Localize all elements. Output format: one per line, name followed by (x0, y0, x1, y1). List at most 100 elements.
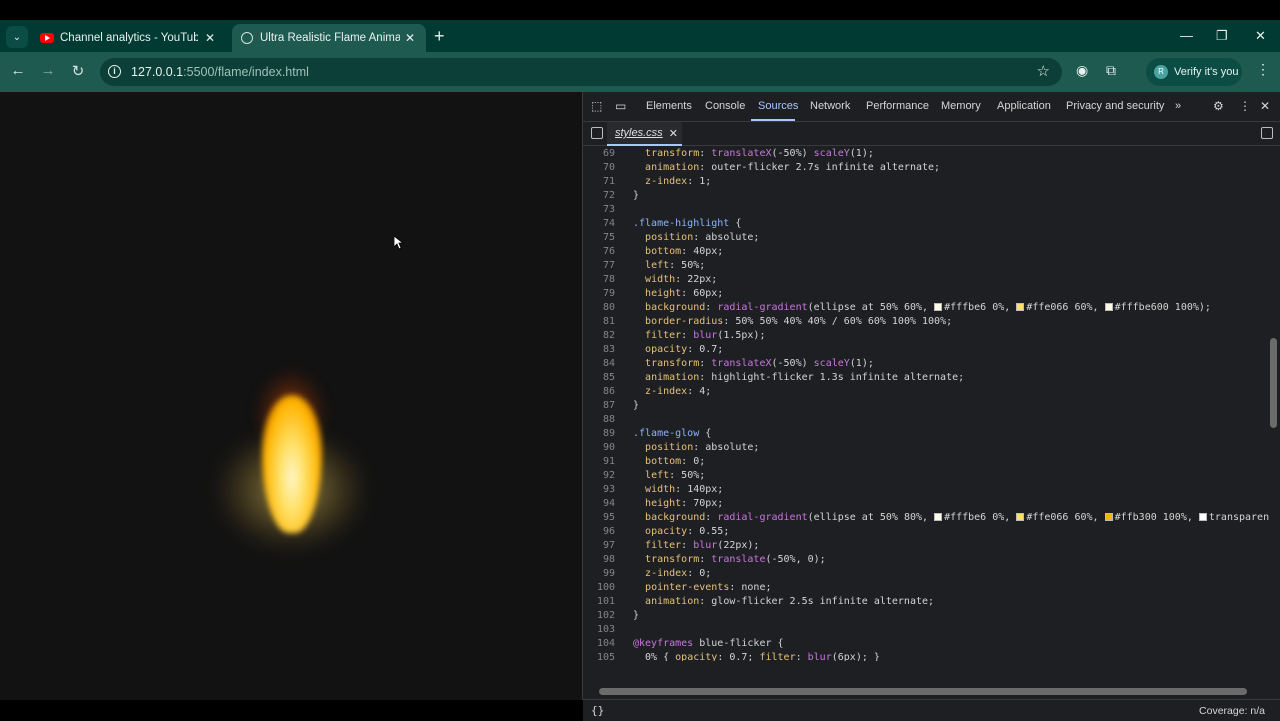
code-line[interactable]: 73 (583, 203, 1269, 217)
line-number[interactable]: 95 (583, 511, 615, 525)
debugger-toggle-icon[interactable] (1261, 127, 1273, 139)
line-number[interactable]: 90 (583, 441, 615, 455)
devtools-close-icon[interactable]: ✕ (1260, 99, 1270, 113)
code-line[interactable]: 104 @keyframes blue-flicker { (583, 637, 1269, 651)
reload-icon[interactable]: ↻ (68, 62, 88, 80)
code-line[interactable]: 87} (583, 399, 1269, 413)
code-line[interactable]: 99 z-index: 0; (583, 567, 1269, 581)
code-line[interactable]: 103 (583, 623, 1269, 637)
line-number[interactable]: 79 (583, 287, 615, 301)
pretty-print-button[interactable]: {} (591, 704, 604, 717)
scroll-thumb[interactable] (1270, 338, 1277, 428)
scroll-thumb[interactable] (599, 688, 1247, 695)
code-line[interactable]: 94 height: 70px; (583, 497, 1269, 511)
line-number[interactable]: 91 (583, 455, 615, 469)
line-number[interactable]: 78 (583, 273, 615, 287)
code-line[interactable]: 71 z-index: 1; (583, 175, 1269, 189)
line-number[interactable]: 70 (583, 161, 615, 175)
code-line[interactable]: 93 width: 140px; (583, 483, 1269, 497)
code-line[interactable]: 69 transform: translateX(-50%) scaleY(1)… (583, 147, 1269, 161)
line-number[interactable]: 73 (583, 203, 615, 217)
line-number[interactable]: 101 (583, 595, 615, 609)
device-toolbar-icon[interactable]: ▭ (615, 99, 626, 113)
tab-sources[interactable]: Sources (758, 100, 798, 112)
line-number[interactable]: 76 (583, 245, 615, 259)
code-line[interactable]: 100 pointer-events: none; (583, 581, 1269, 595)
code-line[interactable]: 83 opacity: 0.7; (583, 343, 1269, 357)
horizontal-scrollbar[interactable] (589, 686, 1261, 696)
code-line[interactable]: 77 left: 50%; (583, 259, 1269, 273)
code-line[interactable]: 105 0% { opacity: 0.7; filter: blur(6px)… (583, 651, 1269, 661)
tab-channel-analytics[interactable]: Channel analytics - YouTube Stu ✕ (32, 24, 226, 52)
line-number[interactable]: 69 (583, 147, 615, 161)
code-line[interactable]: 81 border-radius: 50% 50% 40% 40% / 60% … (583, 315, 1269, 329)
line-number[interactable]: 104 (583, 637, 615, 651)
code-line[interactable]: 89 .flame-glow { (583, 427, 1269, 441)
code-line[interactable]: 97 filter: blur(22px); (583, 539, 1269, 553)
browser-menu-icon[interactable]: ⋮ (1256, 61, 1270, 78)
code-line[interactable]: 96 opacity: 0.55; (583, 525, 1269, 539)
code-editor[interactable]: 69 transform: translateX(-50%) scaleY(1)… (583, 147, 1269, 661)
window-close-icon[interactable]: ✕ (1255, 28, 1266, 44)
line-number[interactable]: 96 (583, 525, 615, 539)
code-line[interactable]: 82 filter: blur(1.5px); (583, 329, 1269, 343)
code-line[interactable]: 79 height: 60px; (583, 287, 1269, 301)
close-icon[interactable]: ✕ (669, 127, 678, 140)
site-info-icon[interactable]: i (108, 65, 121, 78)
tab-flame-animation[interactable]: Ultra Realistic Flame Animation ✕ (232, 24, 426, 52)
line-number[interactable]: 98 (583, 553, 615, 567)
tab-console[interactable]: Console (705, 100, 745, 112)
bookmark-star-icon[interactable]: ☆ (1037, 62, 1050, 80)
line-number[interactable]: 103 (583, 623, 615, 637)
new-tab-button[interactable]: + (434, 27, 445, 45)
tab-search-button[interactable]: ⌄ (6, 26, 28, 48)
tab-memory[interactable]: Memory (941, 100, 981, 112)
line-number[interactable]: 88 (583, 413, 615, 427)
settings-gear-icon[interactable]: ⚙ (1213, 99, 1224, 113)
code-line[interactable]: 92 left: 50%; (583, 469, 1269, 483)
more-tabs-icon[interactable]: » (1175, 100, 1181, 112)
line-number[interactable]: 99 (583, 567, 615, 581)
line-number[interactable]: 82 (583, 329, 615, 343)
tab-privacy-security[interactable]: Privacy and security (1066, 100, 1164, 112)
tab-performance[interactable]: Performance (866, 100, 929, 112)
line-number[interactable]: 85 (583, 371, 615, 385)
line-number[interactable]: 87 (583, 399, 615, 413)
close-icon[interactable]: ✕ (202, 31, 218, 45)
code-line[interactable]: 101 animation: glow-flicker 2.5s infinit… (583, 595, 1269, 609)
code-line[interactable]: 84 transform: translateX(-50%) scaleY(1)… (583, 357, 1269, 371)
line-number[interactable]: 74 (583, 217, 615, 231)
line-number[interactable]: 77 (583, 259, 615, 273)
minimize-icon[interactable]: — (1180, 28, 1193, 43)
code-line[interactable]: 70 animation: outer-flicker 2.7s infinit… (583, 161, 1269, 175)
vertical-scrollbar[interactable] (1270, 148, 1278, 668)
inspect-element-icon[interactable]: ⬚ (591, 99, 602, 113)
tab-elements[interactable]: Elements (646, 100, 692, 112)
code-line[interactable]: 90 position: absolute; (583, 441, 1269, 455)
line-number[interactable]: 81 (583, 315, 615, 329)
line-number[interactable]: 86 (583, 385, 615, 399)
line-number[interactable]: 94 (583, 497, 615, 511)
forward-icon[interactable]: → (38, 62, 58, 79)
code-line[interactable]: 88 (583, 413, 1269, 427)
line-number[interactable]: 71 (583, 175, 615, 189)
line-number[interactable]: 84 (583, 357, 615, 371)
code-line[interactable]: 86 z-index: 4; (583, 385, 1269, 399)
line-number[interactable]: 80 (583, 301, 615, 315)
line-number[interactable]: 83 (583, 343, 615, 357)
line-number[interactable]: 100 (583, 581, 615, 595)
line-number[interactable]: 93 (583, 483, 615, 497)
profile-button[interactable]: R Verify it's you (1146, 58, 1242, 86)
line-number[interactable]: 97 (583, 539, 615, 553)
line-number[interactable]: 105 (583, 651, 615, 661)
tab-application[interactable]: Application (997, 100, 1051, 112)
code-line[interactable]: 85 animation: highlight-flicker 1.3s inf… (583, 371, 1269, 385)
extensions-icon[interactable]: ⧉ (1106, 62, 1116, 79)
code-line[interactable]: 74 .flame-highlight { (583, 217, 1269, 231)
back-icon[interactable]: ← (8, 62, 28, 79)
code-line[interactable]: 95 background: radial-gradient(ellipse a… (583, 511, 1269, 525)
line-number[interactable]: 72 (583, 189, 615, 203)
address-bar[interactable]: i 127.0.0.1:5500/flame/index.html ☆ (100, 58, 1062, 86)
devtools-menu-icon[interactable]: ⋮ (1239, 99, 1251, 113)
tab-network[interactable]: Network (810, 100, 850, 112)
